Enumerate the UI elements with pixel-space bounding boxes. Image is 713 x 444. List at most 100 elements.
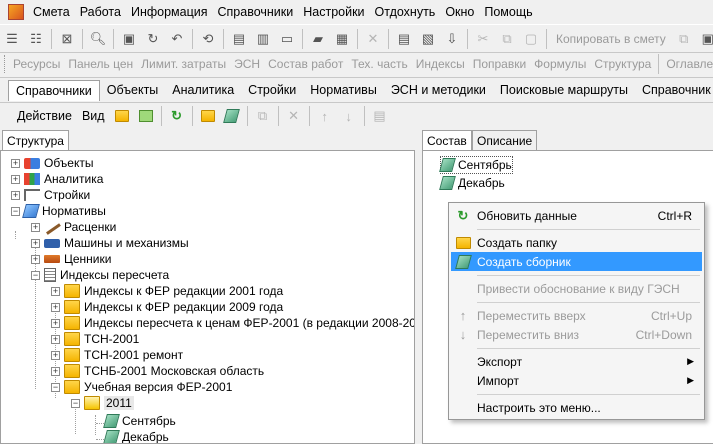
- new-folder-icon[interactable]: [198, 106, 218, 126]
- expand-icon[interactable]: +: [31, 222, 40, 232]
- comment-icon[interactable]: ▭: [277, 29, 297, 49]
- tree-node-fer-2009[interactable]: + Индексы к ФЕР редакции 2009 года: [51, 299, 283, 315]
- insert-below-icon[interactable]: ▥: [253, 29, 273, 49]
- arrow-down-icon[interactable]: ↓: [339, 106, 359, 126]
- expand-icon[interactable]: +: [51, 334, 60, 344]
- delete-icon[interactable]: ✕: [284, 106, 304, 126]
- menu-rabota[interactable]: Работа: [75, 5, 126, 19]
- link-corrections[interactable]: Поправки: [469, 57, 530, 71]
- collapse-icon[interactable]: −: [31, 270, 40, 280]
- tree-node-fer-2001[interactable]: + Индексы к ФЕР редакции 2001 года: [51, 283, 283, 299]
- tree-node-recalc-indexes[interactable]: − Индексы пересчета: [31, 267, 169, 283]
- search-icon[interactable]: 🔍︎: [88, 29, 108, 49]
- tree-node-september[interactable]: Сентябрь: [103, 413, 176, 429]
- folder-up-icon[interactable]: [112, 106, 132, 126]
- menu-smeta[interactable]: Смета: [28, 5, 75, 19]
- expand-icon[interactable]: +: [11, 158, 20, 168]
- list-tree-icon[interactable]: ☷: [26, 29, 46, 49]
- expand-icon[interactable]: +: [51, 350, 60, 360]
- menu-otdokhnut[interactable]: Отдохнуть: [370, 5, 441, 19]
- menu-refresh-data[interactable]: ↻ Обновить данные Ctrl+R: [451, 206, 702, 225]
- new-collection-icon[interactable]: [222, 106, 242, 126]
- collapse-icon[interactable]: −: [51, 382, 60, 392]
- insert-icon[interactable]: ▤: [229, 29, 249, 49]
- tree-node-rates[interactable]: + Расценки: [31, 219, 116, 235]
- menu-move-down[interactable]: ↓ Переместить вниз Ctrl+Down: [451, 325, 702, 344]
- copy-icon[interactable]: ⧉: [253, 106, 273, 126]
- move-down-icon[interactable]: ⇩: [442, 29, 462, 49]
- menu-import[interactable]: Импорт ▶: [451, 371, 702, 390]
- tree-node-objects[interactable]: + Объекты: [11, 155, 94, 171]
- copy-small-icon[interactable]: ⧉: [674, 29, 694, 49]
- action-menu-button[interactable]: Действие: [12, 109, 77, 123]
- expand-icon[interactable]: +: [11, 174, 20, 184]
- link-indexes[interactable]: Индексы: [412, 57, 469, 71]
- link-esn[interactable]: ЭСН: [230, 57, 264, 71]
- tab-composition[interactable]: Состав: [422, 130, 472, 151]
- menu-export[interactable]: Экспорт ▶: [451, 352, 702, 371]
- link-contents[interactable]: Оглавле: [662, 57, 713, 71]
- close-doc-icon[interactable]: ⊠: [57, 29, 77, 49]
- refresh-icon[interactable]: ↻: [167, 106, 187, 126]
- link-tech-part[interactable]: Тех. часть: [347, 57, 411, 71]
- tree-node-fer-2008-2009[interactable]: + Индексы пересчета к ценам ФЕР-2001 (в …: [51, 315, 414, 331]
- expand-icon[interactable]: +: [51, 366, 60, 376]
- arrow-up-icon[interactable]: ↑: [315, 106, 335, 126]
- expand-icon[interactable]: +: [51, 302, 60, 312]
- collapse-icon[interactable]: −: [11, 206, 20, 216]
- table-icon[interactable]: ▦: [332, 29, 352, 49]
- tree-node-2011[interactable]: − 2011: [71, 395, 134, 411]
- menu-pomoshch[interactable]: Помощь: [479, 5, 537, 19]
- list-item-december[interactable]: Декабрь: [439, 175, 505, 191]
- expand-icon[interactable]: +: [31, 254, 40, 264]
- save-icon[interactable]: ▣: [119, 29, 139, 49]
- tree-node-normatives[interactable]: − Нормативы: [11, 203, 106, 219]
- clipboard-icon[interactable]: ▣: [698, 29, 713, 49]
- menu-nastroiki[interactable]: Настройки: [298, 5, 369, 19]
- list-add-icon[interactable]: ☰: [2, 29, 22, 49]
- menu-okno[interactable]: Окно: [440, 5, 479, 19]
- refresh-icon[interactable]: ↻: [143, 29, 163, 49]
- tab-calc-reference[interactable]: Справочник расч: [635, 80, 713, 100]
- copy-icon[interactable]: ⧉: [497, 29, 517, 49]
- tab-esn-methods[interactable]: ЭСН и методики: [384, 80, 493, 100]
- view-menu-button[interactable]: Вид: [77, 109, 110, 123]
- tab-spravochniki[interactable]: Справочники: [8, 79, 100, 101]
- paste-icon[interactable]: ▢: [521, 29, 541, 49]
- copy-to-estimate-button[interactable]: Копировать в смету: [550, 32, 672, 46]
- tree-node-constructions[interactable]: + Стройки: [11, 187, 90, 203]
- undo-icon[interactable]: ↶: [167, 29, 187, 49]
- link-price-panel[interactable]: Панель цен: [64, 57, 137, 71]
- structure-icon[interactable]: ▤: [394, 29, 414, 49]
- tab-description[interactable]: Описание: [472, 130, 538, 151]
- list-item-september[interactable]: Сентябрь: [439, 156, 513, 174]
- tree-node-tsnb-moscow[interactable]: + ТСНБ-2001 Московская область: [51, 363, 264, 379]
- tab-normatives[interactable]: Нормативы: [303, 80, 384, 100]
- cut-icon[interactable]: ✂: [473, 29, 493, 49]
- tab-constructions[interactable]: Стройки: [241, 80, 303, 100]
- print-icon[interactable]: ▤: [370, 106, 390, 126]
- expand-icon[interactable]: +: [11, 190, 20, 200]
- link-formulas[interactable]: Формулы: [530, 57, 590, 71]
- tree-node-machines[interactable]: + Машины и механизмы: [31, 235, 189, 251]
- tree-node-tsn-2001-repair[interactable]: + ТСН-2001 ремонт: [51, 347, 183, 363]
- copy-structure-icon[interactable]: ▧: [418, 29, 438, 49]
- truck-icon[interactable]: ▰: [308, 29, 328, 49]
- folder-minus-icon[interactable]: [136, 106, 156, 126]
- tree-node-price-lists[interactable]: + Ценники: [31, 251, 111, 267]
- link-structure[interactable]: Структура: [590, 57, 655, 71]
- collapse-icon[interactable]: −: [71, 398, 80, 408]
- tree-node-training-fer[interactable]: − Учебная версия ФЕР-2001: [51, 379, 232, 395]
- menu-informatsiya[interactable]: Информация: [126, 5, 213, 19]
- tab-objects[interactable]: Объекты: [100, 80, 166, 100]
- delete-icon[interactable]: ✕: [363, 29, 383, 49]
- link-limit-costs[interactable]: Лимит. затраты: [137, 57, 230, 71]
- menu-create-collection[interactable]: Создать сборник: [451, 252, 702, 271]
- menu-customize[interactable]: Настроить это меню...: [451, 398, 702, 417]
- link-work-composition[interactable]: Состав работ: [264, 57, 347, 71]
- expand-icon[interactable]: +: [51, 286, 60, 296]
- tab-analytics[interactable]: Аналитика: [165, 80, 241, 100]
- tree-node-analytics[interactable]: + Аналитика: [11, 171, 103, 187]
- tab-search-routes[interactable]: Поисковые маршруты: [493, 80, 635, 100]
- link-resources[interactable]: Ресурсы: [9, 57, 64, 71]
